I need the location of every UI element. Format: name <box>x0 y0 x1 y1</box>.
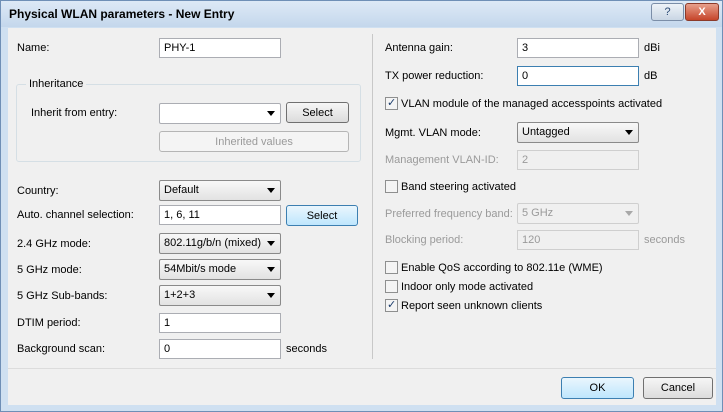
auto-channel-input[interactable]: 1, 6, 11 <box>159 205 281 225</box>
blocking-period-input[interactable]: 120 <box>517 230 639 250</box>
mode-24ghz-value: 802.11g/b/n (mixed) <box>164 237 262 249</box>
indoor-only-checkbox[interactable] <box>385 280 398 293</box>
chevron-down-icon <box>267 111 275 116</box>
help-button[interactable]: ? <box>651 3 684 21</box>
tx-power-label: TX power reduction: <box>385 70 484 82</box>
mgmt-vlan-id-input[interactable]: 2 <box>517 150 639 170</box>
chevron-down-icon <box>267 267 275 272</box>
mode-5ghz-select[interactable]: 54Mbit/s mode <box>159 259 281 280</box>
antenna-gain-label: Antenna gain: <box>385 42 453 54</box>
band-steering-checkbox[interactable] <box>385 180 398 193</box>
chevron-down-icon <box>267 188 275 193</box>
vlan-module-label: VLAN module of the managed accesspoints … <box>401 98 663 110</box>
inherit-from-select[interactable] <box>159 103 281 124</box>
dialog-window: Physical WLAN parameters - New Entry ? X… <box>0 0 723 412</box>
report-unknown-clients-label: Report seen unknown clients <box>401 300 543 312</box>
title-bar[interactable]: Physical WLAN parameters - New Entry ? X <box>1 1 722 27</box>
check-icon: ✓ <box>387 299 397 311</box>
mgmt-vlan-mode-select[interactable]: Untagged <box>517 122 639 143</box>
inheritance-group-title: Inheritance <box>26 78 87 90</box>
country-label: Country: <box>17 185 59 197</box>
mode-24ghz-label: 2.4 GHz mode: <box>17 238 91 250</box>
subbands-value: 1+2+3 <box>164 289 196 301</box>
qos-checkbox[interactable] <box>385 261 398 274</box>
dtim-input[interactable]: 1 <box>159 313 281 333</box>
preferred-band-select[interactable]: 5 GHz <box>517 203 639 224</box>
mgmt-vlan-id-label: Management VLAN-ID: <box>385 154 499 166</box>
chevron-down-icon <box>625 130 633 135</box>
background-scan-label: Background scan: <box>17 343 106 355</box>
tx-power-unit: dB <box>644 70 658 82</box>
mgmt-vlan-mode-value: Untagged <box>522 126 570 138</box>
indoor-only-label: Indoor only mode activated <box>401 281 534 293</box>
subbands-select[interactable]: 1+2+3 <box>159 285 281 306</box>
auto-channel-select-button[interactable]: Select <box>286 205 358 226</box>
cancel-button[interactable]: Cancel <box>643 377 713 399</box>
name-label: Name: <box>17 42 50 54</box>
check-icon: ✓ <box>387 97 397 109</box>
preferred-band-value: 5 GHz <box>522 207 554 219</box>
name-input[interactable]: PHY-1 <box>159 38 281 58</box>
ok-button[interactable]: OK <box>561 377 634 399</box>
tx-power-input[interactable]: 0 <box>517 66 639 86</box>
vlan-module-checkbox[interactable]: ✓ <box>385 97 398 110</box>
blocking-period-label: Blocking period: <box>385 234 464 246</box>
blocking-period-unit: seconds <box>644 234 685 246</box>
background-scan-input[interactable]: 0 <box>159 339 281 359</box>
inherited-values-button[interactable]: Inherited values <box>159 131 349 152</box>
close-icon: X <box>698 6 706 18</box>
mode-5ghz-label: 5 GHz mode: <box>17 264 82 276</box>
qos-label: Enable QoS according to 802.11e (WME) <box>401 262 603 274</box>
band-steering-label: Band steering activated <box>401 181 516 193</box>
close-button[interactable]: X <box>685 3 719 21</box>
dialog-content: Name: PHY-1 Inheritance Inherit from ent… <box>8 28 716 405</box>
inherit-select-button[interactable]: Select <box>286 102 349 123</box>
help-icon: ? <box>664 6 671 18</box>
chevron-down-icon <box>625 211 633 216</box>
dtim-label: DTIM period: <box>17 317 81 329</box>
preferred-band-label: Preferred frequency band: <box>385 208 513 220</box>
antenna-gain-input[interactable]: 3 <box>517 38 639 58</box>
inherit-from-label: Inherit from entry: <box>31 107 118 119</box>
antenna-gain-unit: dBi <box>644 42 660 54</box>
column-divider <box>372 34 373 359</box>
auto-channel-label: Auto. channel selection: <box>17 209 134 221</box>
mgmt-vlan-mode-label: Mgmt. VLAN mode: <box>385 127 481 139</box>
window-title: Physical WLAN parameters - New Entry <box>9 7 235 21</box>
background-scan-unit: seconds <box>286 343 327 355</box>
chevron-down-icon <box>267 293 275 298</box>
mode-5ghz-value: 54Mbit/s mode <box>164 263 237 275</box>
mode-24ghz-select[interactable]: 802.11g/b/n (mixed) <box>159 233 281 254</box>
subbands-label: 5 GHz Sub-bands: <box>17 290 108 302</box>
chevron-down-icon <box>267 241 275 246</box>
country-select[interactable]: Default <box>159 180 281 201</box>
country-value: Default <box>164 184 199 196</box>
dialog-footer: OK Cancel <box>8 368 716 405</box>
report-unknown-clients-checkbox[interactable]: ✓ <box>385 299 398 312</box>
